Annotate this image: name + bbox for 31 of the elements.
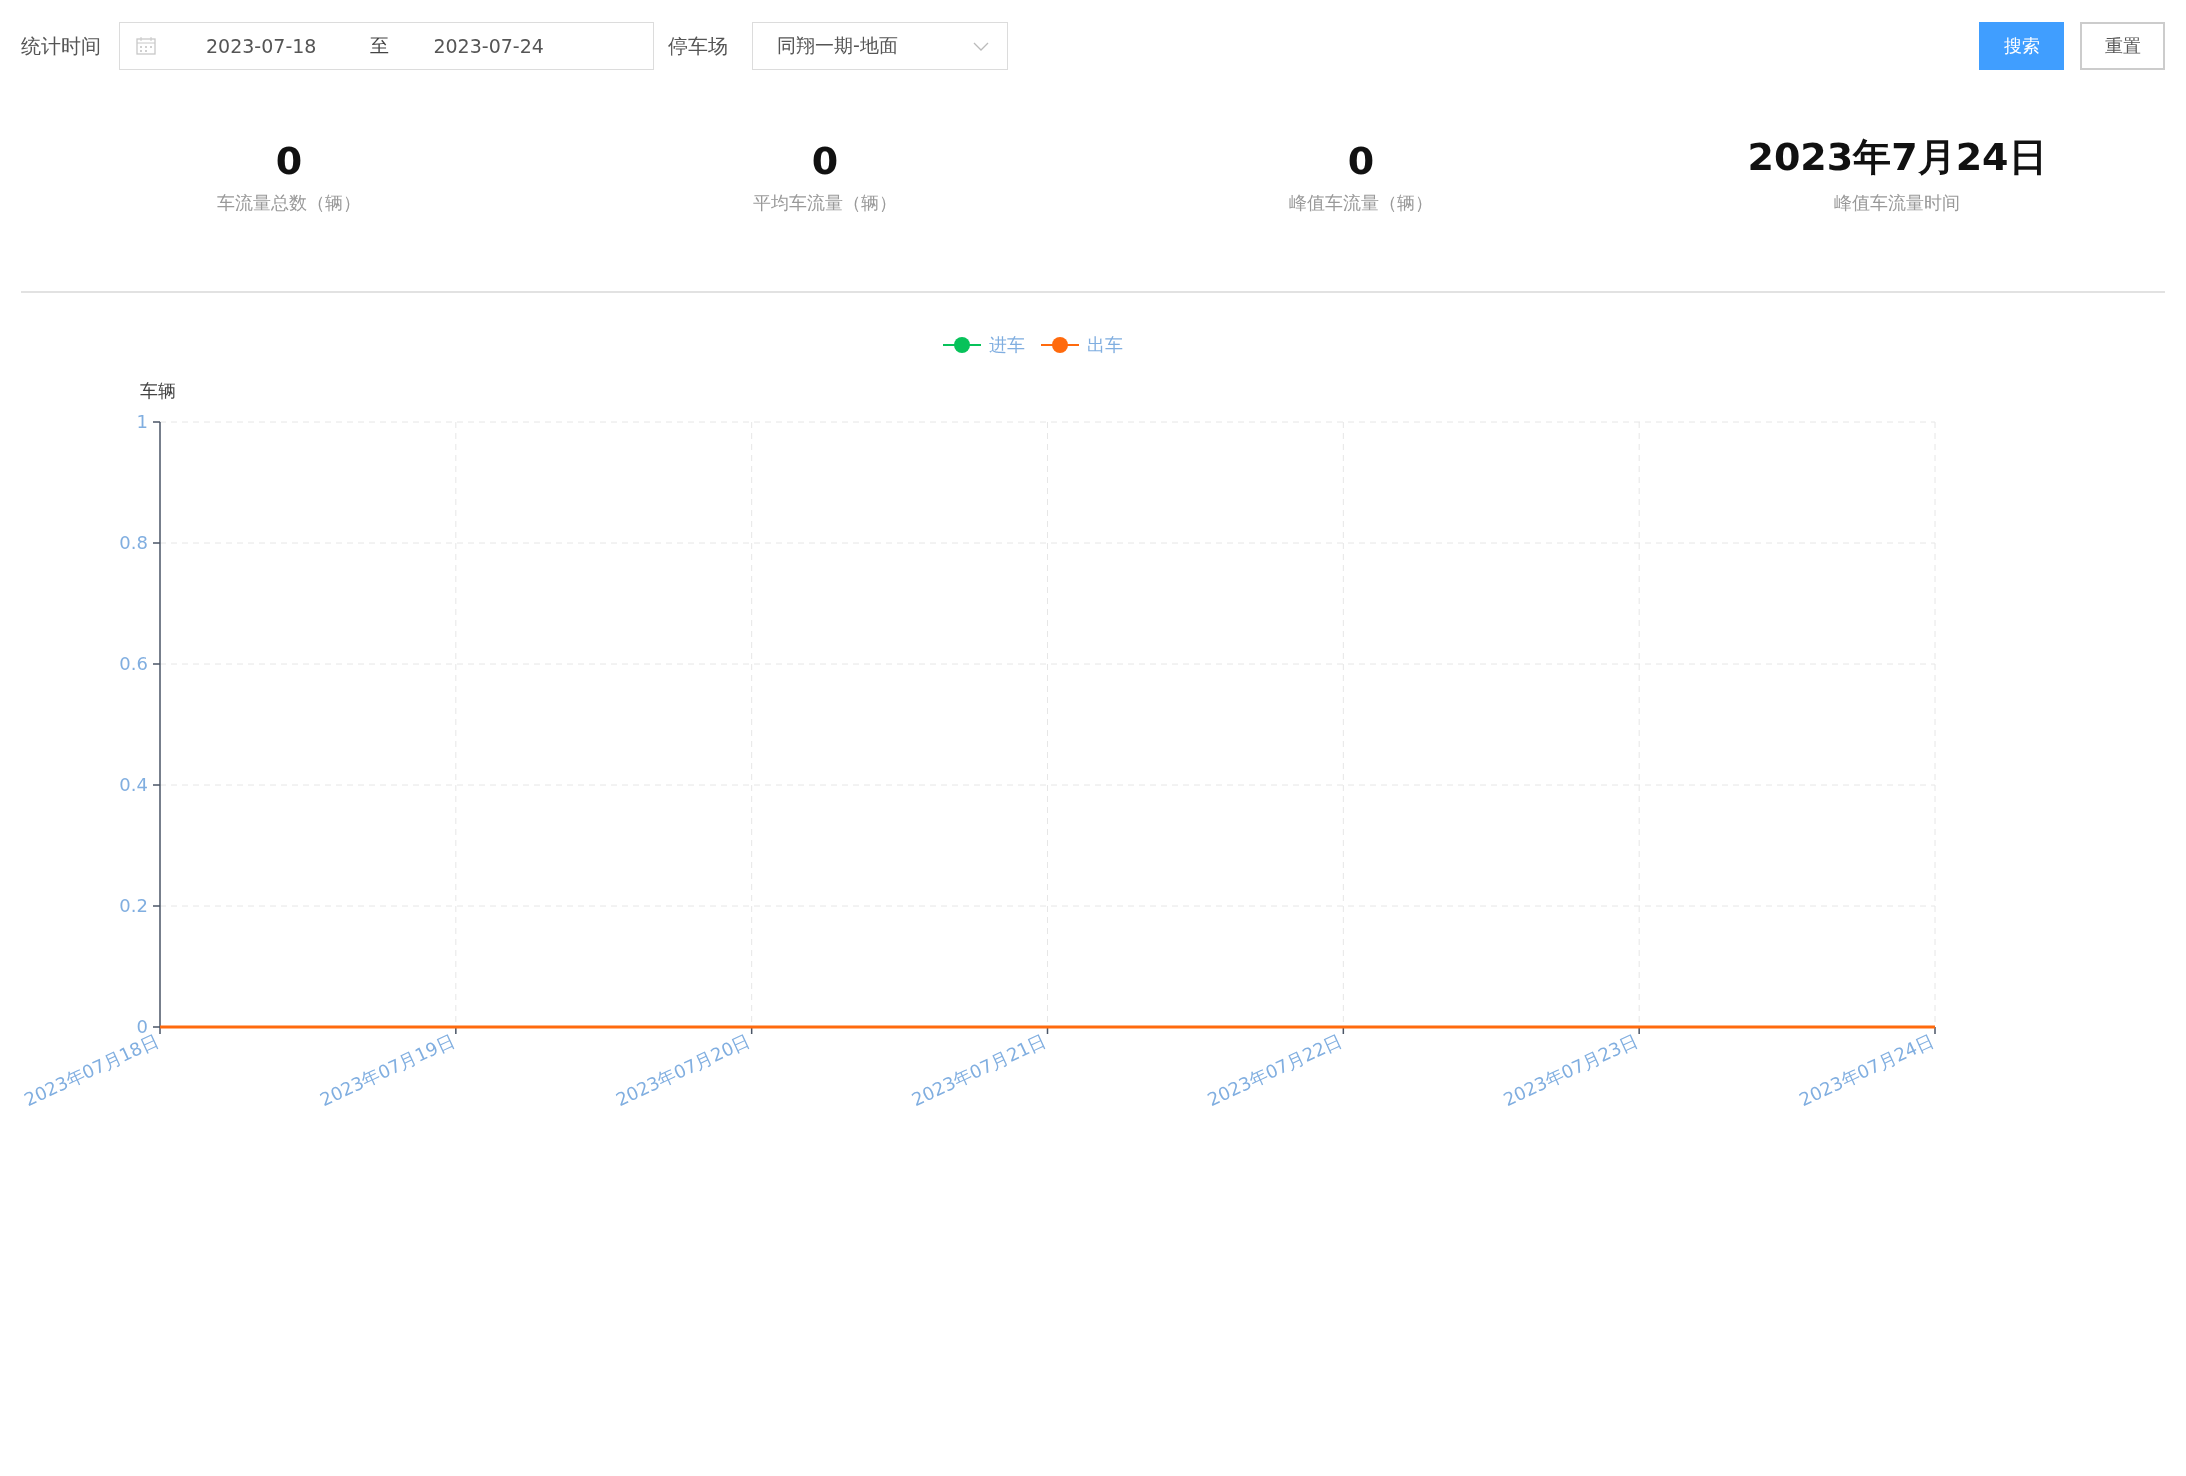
- reset-button[interactable]: 重置: [2080, 22, 2165, 70]
- stat-value: 0: [811, 139, 839, 183]
- stat-label: 车流量总数（辆）: [217, 191, 361, 215]
- stat-value: 0: [275, 139, 303, 183]
- y-tick-label: 0.4: [119, 774, 148, 795]
- x-tick-label: 2023年07月22日: [1204, 1029, 1345, 1111]
- calendar-icon: [136, 37, 156, 55]
- end-date: 2023-07-24: [433, 35, 544, 57]
- y-tick-label: 0: [136, 1016, 148, 1037]
- filter-label: 统计时间: [21, 32, 101, 60]
- stat-label: 平均车流量（辆）: [753, 191, 897, 215]
- y-tick-label: 0.8: [119, 532, 148, 553]
- axis-title: 车辆: [140, 380, 176, 401]
- stat-value: 0: [1347, 139, 1375, 183]
- chevron-down-icon: [973, 41, 989, 51]
- x-tick-label: 2023年07月23日: [1500, 1029, 1641, 1111]
- range-separator: 至: [370, 33, 390, 58]
- x-tick-label: 2023年07月24日: [1795, 1029, 1937, 1111]
- y-tick-label: 1: [136, 411, 148, 432]
- x-tick-label: 2023年07月20日: [612, 1029, 754, 1111]
- x-tick-label: 2023年07月19日: [316, 1029, 458, 1111]
- stat-value: 2023年7月24日: [1747, 134, 2047, 181]
- date-range-field[interactable]: 2023-07-18 至 2023-07-24: [119, 22, 654, 70]
- y-tick-label: 0.6: [119, 653, 148, 674]
- stat-label: 峰值车流量时间: [1834, 191, 1960, 215]
- stat-label: 峰值车流量（辆）: [1289, 191, 1433, 215]
- y-tick-label: 0.2: [119, 895, 148, 916]
- parking-lot-select[interactable]: 同翔一期-地面: [752, 22, 1008, 70]
- start-date: 2023-07-18: [206, 35, 317, 57]
- x-tick-label: 2023年07月21日: [908, 1029, 1050, 1111]
- filter-label: 停车场: [668, 32, 728, 60]
